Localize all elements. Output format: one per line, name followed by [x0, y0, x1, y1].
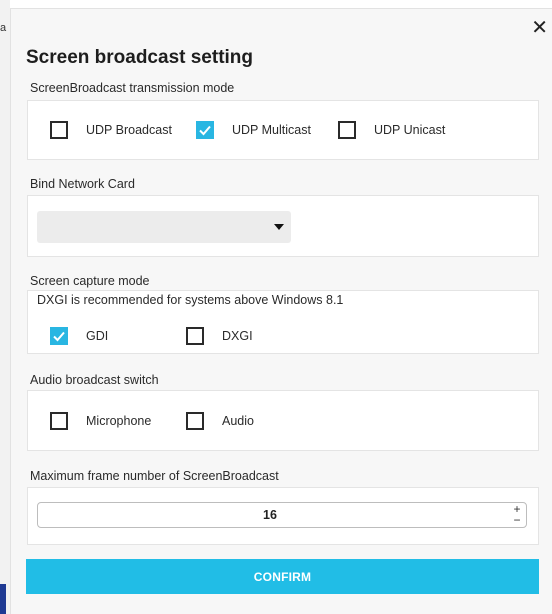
udp-broadcast-option[interactable]: UDP Broadcast [50, 121, 172, 139]
udp-multicast-label: UDP Multicast [232, 123, 311, 137]
network-card-label: Bind Network Card [30, 177, 135, 191]
gdi-option[interactable]: GDI [50, 327, 108, 345]
gdi-label: GDI [86, 329, 109, 343]
background-app-edge: a [0, 0, 10, 614]
screen-broadcast-dialog: ✕ Screen broadcast setting ScreenBroadca… [10, 8, 552, 614]
close-icon[interactable]: ✕ [531, 18, 548, 38]
udp-multicast-checkbox[interactable] [196, 121, 214, 139]
screen: a ✕ Screen broadcast setting ScreenBroad… [0, 0, 552, 614]
dialog-title: Screen broadcast setting [26, 47, 254, 68]
background-text: a [0, 22, 7, 34]
udp-unicast-option[interactable]: UDP Unicast [338, 121, 445, 139]
max-frame-label: Maximum frame number of ScreenBroadcast [30, 469, 279, 483]
network-card-dropdown[interactable] [37, 211, 291, 243]
microphone-checkbox[interactable] [50, 412, 68, 430]
capture-mode-label: Screen capture mode [30, 274, 150, 288]
gdi-checkbox[interactable] [50, 327, 68, 345]
dxgi-label: DXGI [222, 329, 253, 343]
udp-unicast-checkbox[interactable] [338, 121, 356, 139]
microphone-option[interactable]: Microphone [50, 412, 151, 430]
microphone-label: Microphone [86, 414, 152, 428]
udp-broadcast-checkbox[interactable] [50, 121, 68, 139]
capture-mode-panel: DXGI is recommended for systems above Wi… [27, 290, 539, 354]
audio-checkbox[interactable] [186, 412, 204, 430]
capture-mode-hint: DXGI is recommended for systems above Wi… [37, 293, 344, 307]
dropdown-caret-icon [274, 224, 284, 230]
background-accent-bar [0, 584, 6, 614]
max-frame-stepper[interactable]: 16 + − [37, 502, 527, 528]
udp-unicast-label: UDP Unicast [374, 123, 446, 137]
audio-switch-label: Audio broadcast switch [30, 373, 159, 387]
audio-option[interactable]: Audio [186, 412, 254, 430]
dxgi-option[interactable]: DXGI [186, 327, 253, 345]
confirm-button[interactable]: CONFIRM [26, 559, 539, 594]
check-icon [199, 125, 211, 136]
max-frame-value[interactable]: 16 [38, 503, 502, 527]
dxgi-checkbox[interactable] [186, 327, 204, 345]
transmission-mode-panel: UDP Broadcast UDP Multicast UDP Unicast [27, 100, 539, 160]
decrement-button[interactable]: − [510, 514, 524, 526]
check-icon [53, 331, 65, 342]
transmission-mode-label: ScreenBroadcast transmission mode [30, 81, 235, 95]
audio-switch-panel: Microphone Audio [27, 390, 539, 451]
max-frame-panel: 16 + − [27, 487, 539, 545]
audio-label: Audio [222, 414, 254, 428]
udp-multicast-option[interactable]: UDP Multicast [196, 121, 311, 139]
udp-broadcast-label: UDP Broadcast [86, 123, 172, 137]
stepper-buttons: + − [510, 503, 524, 527]
network-card-panel [27, 195, 539, 257]
